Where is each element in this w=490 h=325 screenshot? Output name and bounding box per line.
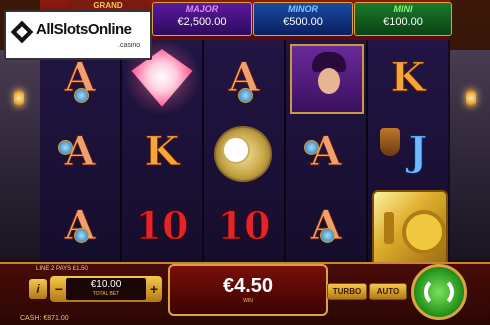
line-pays-text: LINE 2 PAYS £1.50: [36, 266, 88, 272]
magnifier-icon: [304, 140, 319, 155]
symbol-cell: [204, 114, 284, 188]
lamp-icon: [466, 90, 476, 106]
mini-jackpot: MINI €100.00: [354, 2, 452, 36]
bet-increase-button[interactable]: +: [147, 280, 161, 298]
spin-arrows-icon: [424, 277, 454, 307]
jackpot-value: €500.00: [283, 16, 323, 28]
symbol-cell: A: [286, 114, 366, 188]
symbol-cell: [368, 188, 448, 268]
jackpot-value: €100.00: [383, 16, 423, 28]
symbol-cell: 10: [122, 188, 202, 262]
symbol-cell: 10: [204, 188, 284, 262]
logo-text: AllSlotsOnline: [36, 21, 132, 38]
right-pillar: [450, 50, 490, 260]
total-bet-value: €10.00: [90, 279, 122, 290]
symbol-j: J: [408, 127, 428, 175]
total-bet-display: €10.00 TOTAL BET: [66, 278, 146, 300]
symbol-cell: K: [368, 40, 448, 114]
pipe-icon: [380, 128, 400, 156]
reel-3: A 10: [204, 40, 286, 262]
symbol-cell: A: [204, 40, 284, 114]
magnifier-icon: [74, 228, 89, 243]
symbol-cell: A: [40, 114, 120, 188]
symbol-cell: A: [40, 188, 120, 262]
site-logo: AllSlotsOnline .casino: [4, 10, 152, 60]
magnifier-icon: [320, 228, 335, 243]
left-pillar: [0, 50, 40, 260]
pocket-watch-icon: [214, 126, 272, 182]
lamp-icon: [14, 90, 24, 106]
reel-grid: A A A K 10 A 10 A A K J: [40, 40, 450, 268]
win-label: WIN: [243, 298, 253, 304]
vault-handle: [384, 212, 394, 244]
reel-1: A A A: [40, 40, 122, 262]
reel-2: K 10: [122, 40, 204, 262]
jackpot-name: MINOR: [288, 4, 318, 14]
jackpot-name: MAJOR: [185, 4, 219, 14]
minor-jackpot: MINOR €500.00: [253, 2, 353, 36]
jackpot-name: MINI: [393, 4, 413, 14]
magnifier-icon: [74, 88, 89, 103]
watch-face: [222, 136, 250, 164]
magnifier-icon: [58, 140, 73, 155]
symbol-10: 10: [217, 202, 271, 248]
reel-4: A A: [286, 40, 368, 262]
bet-decrease-button[interactable]: −: [52, 280, 66, 298]
magnifier-icon: [238, 88, 253, 103]
win-value: €4.50: [222, 275, 274, 297]
win-display: €4.50 WIN: [168, 264, 328, 316]
turbo-button[interactable]: TURBO: [327, 283, 367, 300]
symbol-cell: A: [286, 188, 366, 262]
symbol-cell: [286, 40, 366, 114]
cash-balance: CASH: €871.00: [20, 315, 69, 322]
jackpot-value: €2,500.00: [177, 16, 227, 28]
lady-face: [318, 68, 340, 94]
logo-subtext: .casino: [118, 42, 141, 49]
logo-diamond-icon: [10, 20, 34, 44]
symbol-cell: K: [122, 114, 202, 188]
auto-button[interactable]: AUTO: [369, 283, 407, 300]
major-jackpot: MAJOR €2,500.00: [152, 2, 252, 36]
reel-5: K J: [368, 40, 448, 268]
total-bet-label: TOTAL BET: [92, 291, 120, 297]
symbol-10: 10: [135, 202, 189, 248]
vault-dial: [402, 210, 446, 254]
spin-button[interactable]: [411, 264, 467, 320]
lady-portrait-icon: [290, 44, 364, 114]
vault-icon: [372, 190, 448, 268]
symbol-k: K: [144, 127, 180, 175]
info-button[interactable]: i: [29, 279, 47, 299]
symbol-cell: J: [368, 114, 448, 188]
symbol-k: K: [390, 53, 426, 101]
